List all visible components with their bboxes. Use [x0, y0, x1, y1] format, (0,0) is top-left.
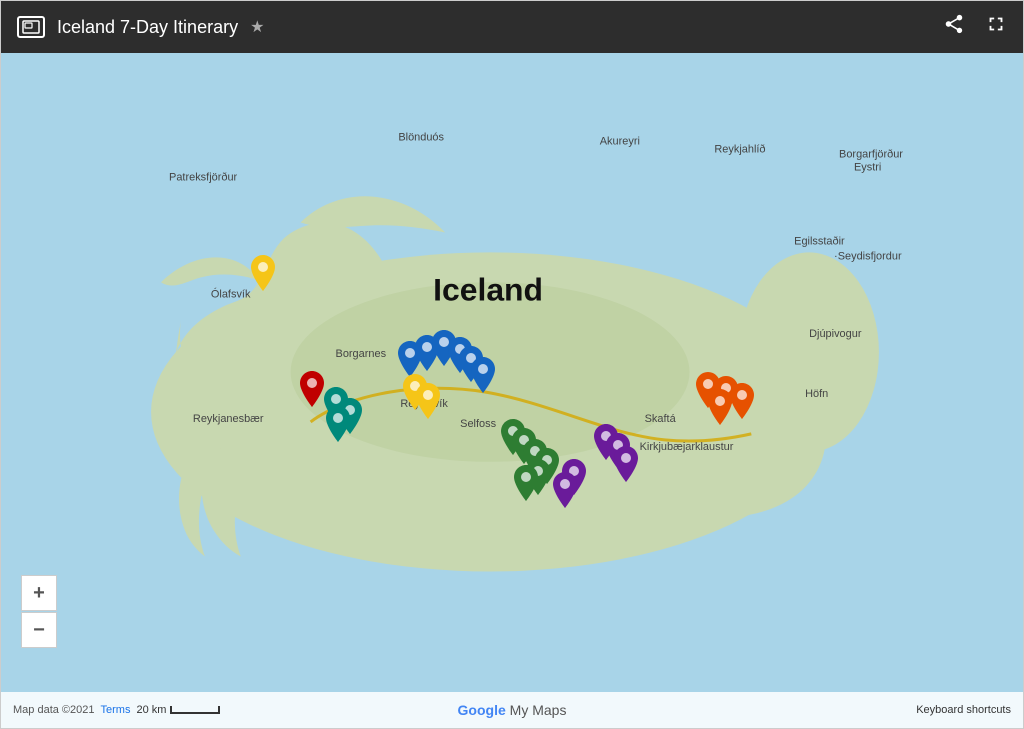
map-pin[interactable] — [251, 255, 275, 296]
svg-text:Blönduós: Blönduós — [398, 132, 444, 144]
keyboard-shortcuts-label[interactable]: Keyboard shortcuts — [916, 704, 1011, 716]
header-left: Iceland 7-Day Itinerary ★ — [17, 16, 264, 38]
scale-bar: 20 km — [136, 704, 220, 716]
zoom-out-button[interactable]: − — [21, 612, 57, 648]
my-maps-label: My Maps — [506, 702, 567, 718]
svg-text:Borgarnes: Borgarnes — [336, 348, 387, 360]
svg-text:Skaftá: Skaftá — [645, 413, 677, 425]
svg-text:Akureyri: Akureyri — [600, 136, 640, 148]
map-footer: Map data ©2021 Terms 20 km Google My Map… — [1, 692, 1023, 728]
svg-text:Iceland: Iceland — [433, 271, 543, 307]
svg-text:·Seydisfjordur: ·Seydisfjordur — [834, 250, 902, 262]
map-pin[interactable] — [471, 357, 495, 398]
map-pin[interactable] — [514, 465, 538, 506]
fullscreen-icon[interactable] — [985, 13, 1007, 41]
svg-text:Patreksfjörður: Patreksfjörður — [169, 172, 238, 184]
svg-text:Ólafsvík: Ólafsvík — [211, 287, 251, 300]
map-pin[interactable] — [730, 383, 754, 424]
zoom-controls: + − — [21, 575, 57, 648]
google-label: Google — [458, 702, 506, 718]
terms-link[interactable]: Terms — [101, 704, 131, 716]
scale-label: 20 km — [136, 704, 166, 716]
svg-text:Selfoss: Selfoss — [460, 418, 496, 430]
footer-left: Map data ©2021 Terms 20 km — [13, 704, 220, 716]
map-pin[interactable] — [326, 406, 350, 447]
map-pin[interactable] — [553, 472, 577, 513]
footer-right: Keyboard shortcuts — [916, 704, 1011, 716]
map-svg: Patreksfjörður Blönduós Akureyri Reykjah… — [1, 53, 1023, 728]
map-container[interactable]: Patreksfjörður Blönduós Akureyri Reykjah… — [1, 53, 1023, 728]
footer-center: Google My Maps — [458, 702, 567, 718]
map-pin[interactable] — [300, 371, 324, 412]
embed-icon[interactable] — [17, 16, 45, 38]
svg-text:Djúpivogur: Djúpivogur — [809, 328, 862, 340]
share-icon[interactable] — [943, 13, 965, 41]
svg-text:Eystri: Eystri — [854, 162, 881, 174]
svg-text:Borgarfjörður: Borgarfjörður — [839, 149, 903, 161]
star-icon[interactable]: ★ — [250, 17, 264, 37]
svg-text:Egilsstaðir: Egilsstaðir — [794, 235, 845, 247]
scale-line — [170, 706, 220, 714]
svg-text:Reykjahlíð: Reykjahlíð — [714, 144, 765, 156]
header-right — [943, 13, 1007, 41]
svg-text:Kirkjubæjarklaustur: Kirkjubæjarklaustur — [640, 441, 734, 453]
zoom-in-button[interactable]: + — [21, 575, 57, 611]
map-pin[interactable] — [708, 389, 732, 430]
map-pin[interactable] — [614, 446, 638, 487]
map-data-label: Map data ©2021 — [13, 704, 95, 716]
header: Iceland 7-Day Itinerary ★ — [1, 1, 1023, 53]
page-title: Iceland 7-Day Itinerary — [57, 17, 238, 38]
svg-text:Höfn: Höfn — [805, 388, 828, 400]
map-pin[interactable] — [416, 383, 440, 424]
svg-text:Reykjanesbær: Reykjanesbær — [193, 413, 264, 425]
